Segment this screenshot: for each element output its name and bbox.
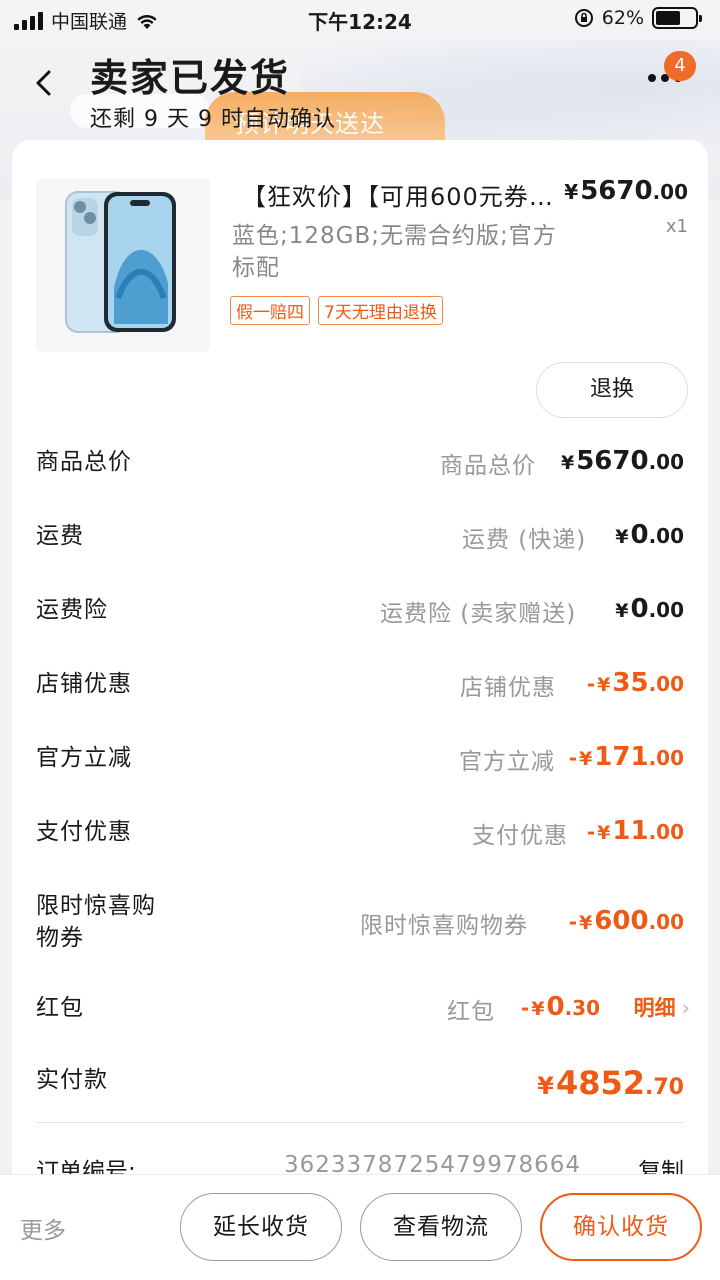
row-description: 运费险 (卖家赠送) — [380, 601, 577, 627]
row-amount: ¥0.00 — [615, 594, 684, 624]
bottom-action-bar: 更多 延长收货 查看物流 确认收货 — [0, 1174, 720, 1280]
row-label: 支付优惠 — [36, 819, 132, 845]
notification-badge: 4 — [664, 51, 696, 81]
row-description: 支付优惠 — [472, 823, 568, 849]
product-quantity: x1 — [665, 216, 688, 237]
view-logistics-button[interactable]: 查看物流 — [360, 1193, 522, 1261]
orientation-lock-icon — [574, 9, 593, 27]
back-icon[interactable] — [30, 66, 60, 100]
total-label: 实付款 — [36, 1067, 108, 1093]
product-image[interactable] — [36, 178, 210, 352]
service-tag: 7天无理由退换 — [318, 296, 443, 325]
row-amount: - ¥35.00 — [586, 668, 684, 698]
row-label: 红包 — [36, 995, 84, 1021]
row-description: 商品总价 — [440, 453, 536, 479]
product-spec: 蓝色;128GB;无需合约版;官方标配 — [232, 223, 557, 281]
iphone-image-icon — [65, 191, 176, 333]
order-detail-card: 【狂欢价】【可用600元券】Apple/苹果 iPhone 15 ¥5670.0… — [12, 140, 708, 1182]
status-bar: 中国联通 下午12:24 62% — [0, 0, 720, 36]
row-description: 官方立减 — [459, 749, 555, 775]
chevron-right-icon: › — [681, 996, 690, 1020]
row-amount: - ¥11.00 — [586, 816, 684, 846]
divider — [36, 1122, 684, 1123]
extend-receipt-button[interactable]: 延长收货 — [180, 1193, 342, 1261]
product-price: ¥5670.00 — [564, 176, 688, 206]
service-tags: 假一赔四 7天无理由退换 — [230, 296, 443, 325]
row-label: 店铺优惠 — [36, 671, 132, 697]
confirm-receipt-button[interactable]: 确认收货 — [540, 1193, 702, 1261]
row-amount: - ¥0.30 — [520, 992, 600, 1022]
row-label: 限时惊喜购物券 — [36, 893, 156, 951]
row-amount: - ¥600.00 — [568, 906, 684, 936]
row-description: 运费 (快递) — [462, 527, 587, 553]
row-label: 运费 — [36, 523, 84, 549]
service-tag: 假一赔四 — [230, 296, 310, 325]
page-title: 卖家已发货 — [90, 56, 291, 100]
row-description: 红包 — [447, 999, 495, 1025]
battery-percent: 62% — [601, 7, 644, 29]
more-actions-button[interactable]: 更多 — [20, 1211, 66, 1245]
product-title[interactable]: 【狂欢价】【可用600元券】Apple/苹果 iPhone 15 — [242, 177, 562, 212]
row-description: 限时惊喜购物券 — [360, 913, 528, 939]
row-amount: ¥0.00 — [615, 520, 684, 550]
red-packet-detail-link[interactable]: 明细 › — [634, 992, 690, 1022]
row-amount: ¥5670.00 — [560, 446, 684, 476]
row-label: 商品总价 — [36, 449, 132, 475]
return-exchange-button[interactable]: 退换 — [536, 362, 688, 418]
row-label: 运费险 — [36, 597, 108, 623]
auto-confirm-countdown: 还剩 9 天 9 时自动确认 — [90, 107, 336, 132]
row-description: 店铺优惠 — [460, 675, 556, 701]
total-amount: ¥4852.70 — [537, 1064, 684, 1102]
row-amount: - ¥171.00 — [568, 742, 684, 772]
battery-icon — [652, 7, 702, 29]
row-label: 官方立减 — [36, 745, 132, 771]
